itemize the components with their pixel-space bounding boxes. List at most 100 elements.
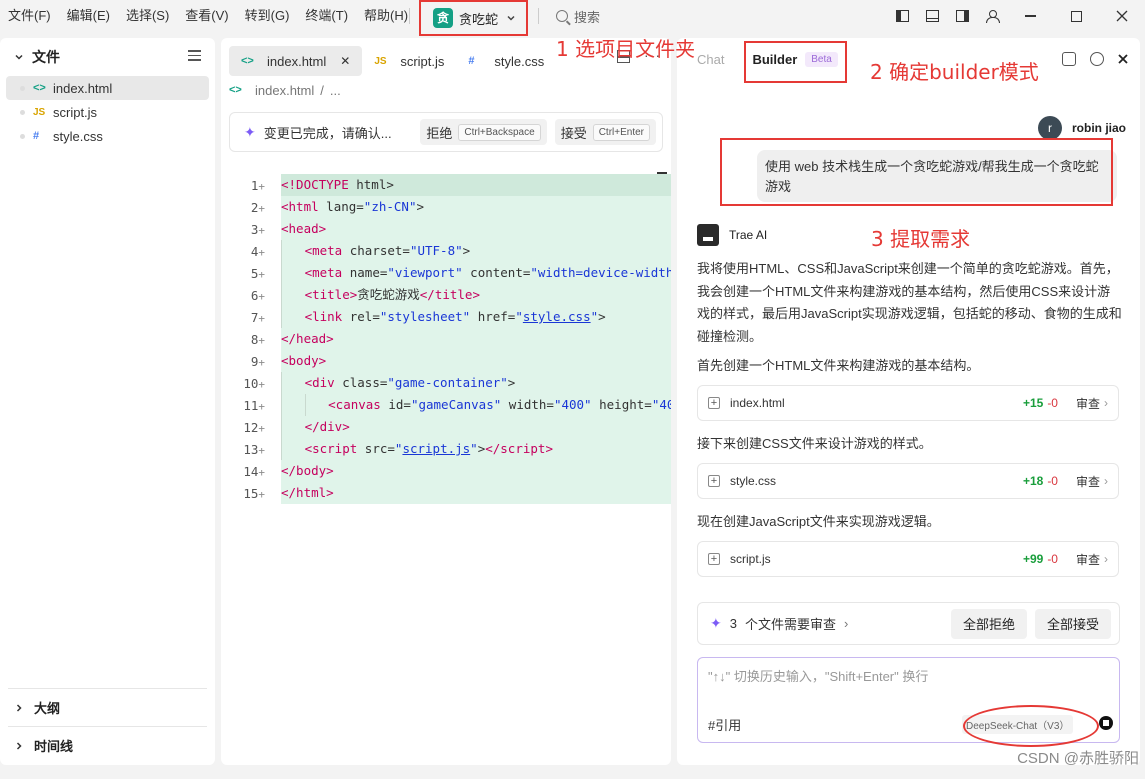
ai-name: Trae AI (729, 228, 768, 242)
chevron-right-icon[interactable]: › (844, 616, 848, 631)
reject-all-button[interactable]: 全部拒绝 (950, 608, 1027, 639)
project-logo-icon: 贪 (433, 8, 453, 28)
project-name: 贪吃蛇 (459, 11, 499, 27)
file-item-index-html[interactable]: <> index.html (6, 76, 209, 100)
file-change-card-style-css[interactable]: + style.css +18 -0 审查 › (697, 463, 1119, 499)
file-item-style-css[interactable]: # style.css (6, 124, 209, 148)
lines-removed: -0 (1047, 552, 1058, 566)
annotation-ellipse-model (963, 705, 1099, 747)
history-icon[interactable] (1090, 52, 1104, 66)
new-chat-icon[interactable] (1062, 52, 1076, 66)
chevron-down-icon (507, 15, 515, 21)
file-name: index.html (53, 80, 113, 96)
outline-section[interactable]: 大纲 (8, 688, 207, 726)
js-file-icon: JS (33, 106, 46, 118)
menu-terminal[interactable]: 终端(T) (297, 0, 356, 32)
menu-select[interactable]: 选择(S) (118, 0, 177, 32)
close-icon[interactable] (1118, 54, 1128, 64)
maximize-button[interactable] (1053, 0, 1099, 32)
pending-text[interactable]: 个文件需要审查 (745, 614, 836, 633)
expand-icon[interactable]: + (708, 397, 720, 409)
menu-file[interactable]: 文件(F) (0, 0, 59, 32)
menu-edit[interactable]: 编辑(E) (59, 0, 118, 32)
tab-script-js[interactable]: JS script.js (362, 46, 456, 76)
sparkle-icon: ✦ (244, 123, 256, 140)
chevron-right-icon (16, 741, 22, 750)
code-line: 2+ <html lang="zh-CN"> (221, 196, 671, 218)
tab-style-css[interactable]: # style.css (456, 46, 556, 76)
code-line: 12+ </div> (221, 416, 671, 438)
tab-index-html[interactable]: <> index.html ✕ (229, 46, 363, 76)
stop-icon[interactable] (1099, 716, 1113, 730)
reject-label: 拒绝 (426, 125, 453, 141)
window-controls (887, 0, 1145, 32)
breadcrumb-rest[interactable]: ... (330, 83, 341, 98)
close-icon[interactable]: ✕ (340, 54, 350, 68)
filter-icon[interactable] (188, 50, 201, 62)
menu-divider (538, 8, 539, 24)
file-name: style.css (730, 474, 777, 488)
sparkle-icon: ✦ (710, 615, 722, 631)
code-line: 3+ <head> (221, 218, 671, 240)
ai-chat-panel: Chat Builder Beta r robin jiao 使用 web 技术… (677, 38, 1140, 765)
code-editor: <> index.html ✕ JS script.js # style.css… (221, 38, 671, 765)
pending-count: 3 (729, 616, 737, 631)
chevron-right-icon (16, 703, 22, 712)
chevron-right-icon: › (1104, 474, 1108, 488)
menu-divider (409, 8, 410, 24)
menu-help[interactable]: 帮助(H) (356, 0, 416, 32)
file-name: script.js (730, 552, 771, 566)
review-button[interactable]: 审查 › (1076, 551, 1108, 568)
code-line: 7+ <link rel="stylesheet" href="style.cs… (221, 306, 671, 328)
chevron-right-icon: › (1104, 552, 1108, 566)
file-change-card-script-js[interactable]: + script.js +99 -0 审查 › (697, 541, 1119, 577)
minimize-button[interactable] (1007, 0, 1053, 32)
lines-added: +18 (1022, 474, 1044, 488)
search-icon (556, 10, 568, 22)
annotation-step-3: 3 提取需求 (871, 227, 971, 251)
breadcrumb-file[interactable]: index.html (255, 83, 314, 98)
breadcrumb: <> index.html / ... (221, 76, 671, 104)
expand-icon[interactable]: + (708, 553, 720, 565)
toggle-sidebar-icon[interactable] (891, 0, 913, 32)
html-file-icon: <> (33, 82, 46, 94)
reference-button[interactable]: #引用 (708, 715, 741, 734)
review-button[interactable]: 审查 › (1076, 473, 1108, 490)
trae-logo-icon (697, 224, 719, 246)
file-name: index.html (730, 396, 785, 410)
toggle-aux-sidebar-icon[interactable] (951, 0, 973, 32)
accept-all-button[interactable]: 全部接受 (1034, 608, 1111, 639)
annotation-box-builder (744, 41, 847, 83)
code-line: 9+ <body> (221, 350, 671, 372)
review-button[interactable]: 审查 › (1076, 395, 1108, 412)
file-item-script-js[interactable]: JS script.js (6, 100, 209, 124)
reject-change-button[interactable]: 拒绝 Ctrl+Backspace (420, 119, 547, 145)
code-line: 13+ <script src="script.js"></script> (221, 438, 671, 460)
status-bar (0, 769, 1145, 779)
code-line: 11+ <canvas id="gameCanvas" width="400" … (221, 394, 671, 416)
tab-chat[interactable]: Chat (697, 52, 724, 67)
lines-removed: -0 (1047, 396, 1058, 410)
file-change-card-index-html[interactable]: + index.html +15 -0 审查 › (697, 385, 1119, 421)
code-area[interactable]: 1+ <!DOCTYPE html> 2+ <html lang="zh-CN"> … (221, 174, 671, 504)
code-line: 5+ <meta name="viewport" content="width=… (221, 262, 671, 284)
accept-change-button[interactable]: 接受 Ctrl+Enter (554, 119, 656, 145)
project-selector[interactable]: 贪 贪吃蛇 (419, 0, 528, 36)
tab-label: script.js (400, 53, 445, 69)
js-file-icon: JS (374, 55, 387, 67)
menu-goto[interactable]: 转到(G) (237, 0, 298, 32)
search-box[interactable]: 搜索 (556, 0, 600, 32)
expand-icon[interactable]: + (708, 475, 720, 487)
input-placeholder: "↑↓" 切换历史输入，"Shift+Enter" 换行 (708, 669, 929, 684)
code-line: 4+ <meta charset="UTF-8"> (221, 240, 671, 262)
close-window-button[interactable] (1099, 0, 1145, 32)
toggle-panel-icon[interactable] (921, 0, 943, 32)
menu-view[interactable]: 查看(V) (177, 0, 236, 32)
search-placeholder: 搜索 (574, 9, 601, 25)
user-message-header: r robin jiao (1038, 116, 1126, 140)
account-icon[interactable] (981, 0, 1003, 32)
change-review-bar: ✦ 变更已完成，请确认... 拒绝 Ctrl+Backspace 接受 Ctrl… (229, 112, 663, 152)
timeline-section[interactable]: 时间线 (8, 726, 207, 764)
tab-label: index.html (267, 53, 327, 69)
explorer-header[interactable]: 文件 (0, 38, 215, 76)
